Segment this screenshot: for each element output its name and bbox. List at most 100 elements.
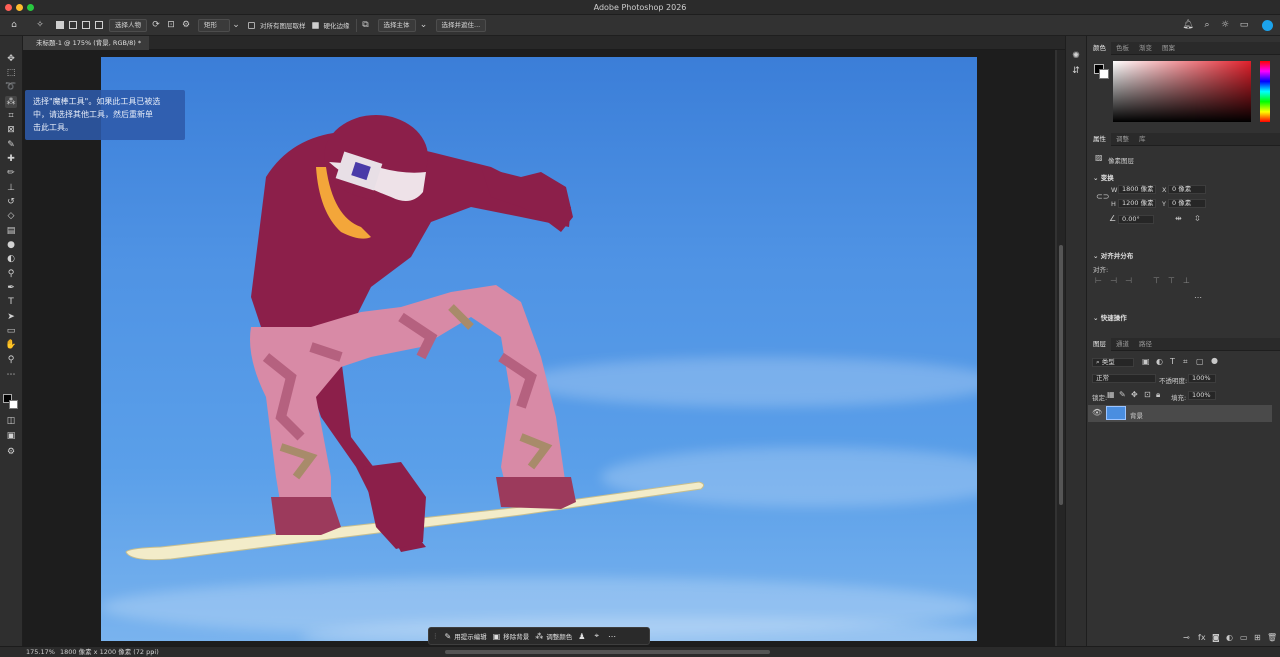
- scrollbar-thumb[interactable]: [1059, 245, 1063, 505]
- filter-type-icon[interactable]: T: [1170, 357, 1175, 366]
- background-color-swatch[interactable]: [9, 400, 18, 409]
- screen-mode-icon[interactable]: ▣: [5, 430, 17, 442]
- align-middle-icon[interactable]: ⊤: [1168, 276, 1175, 285]
- align-right-icon[interactable]: ⊣: [1125, 276, 1132, 285]
- trash-icon[interactable]: 🗑︎: [1267, 633, 1277, 642]
- lock-position-icon[interactable]: ✥: [1131, 390, 1138, 399]
- mode-select[interactable]: 矩形: [198, 18, 230, 32]
- add-selection-icon[interactable]: [69, 21, 77, 29]
- lasso-tool-icon[interactable]: ➰: [5, 81, 17, 93]
- adjust-color-button[interactable]: ⁂ 调整颜色: [535, 631, 572, 642]
- flip-horizontal-icon[interactable]: ⇹: [1175, 214, 1182, 223]
- intersect-selection-icon[interactable]: [95, 21, 103, 29]
- quick-actions-title[interactable]: ⌄ 快速操作: [1093, 312, 1127, 322]
- tab-libraries[interactable]: 库: [1134, 133, 1151, 146]
- share-icon[interactable]: [1262, 20, 1273, 31]
- more-tools-icon[interactable]: ⋯: [5, 369, 17, 381]
- tab-paths[interactable]: 路径: [1134, 338, 1157, 351]
- refresh-icon[interactable]: ⟳: [150, 19, 162, 31]
- drag-handle-icon[interactable]: ⋮: [432, 632, 439, 640]
- marquee-tool-icon[interactable]: ⬚: [5, 67, 17, 79]
- link-icon[interactable]: ⊂⊃: [1096, 192, 1109, 201]
- align-section-title[interactable]: ⌄ 对齐并分布: [1093, 250, 1133, 260]
- background-color[interactable]: [1099, 69, 1109, 79]
- crop-tool-icon[interactable]: ⌗: [5, 110, 17, 122]
- eyedropper-tool-icon[interactable]: ✎: [5, 139, 17, 151]
- tab-channels[interactable]: 通道: [1111, 338, 1134, 351]
- layer-row[interactable]: 👁︎ 背景: [1088, 405, 1272, 422]
- blur-tool-icon[interactable]: ●: [5, 239, 17, 251]
- remove-background-button[interactable]: ▣ 移除背景: [493, 631, 530, 642]
- tab-layers[interactable]: 图层: [1088, 337, 1111, 351]
- lock-transparent-icon[interactable]: ▦: [1107, 390, 1115, 399]
- flip-vertical-icon[interactable]: ⇳: [1194, 214, 1201, 223]
- document-canvas[interactable]: [101, 57, 977, 641]
- discover-icon[interactable]: ✺: [1070, 50, 1082, 62]
- stamp-tool-icon[interactable]: ⊥: [5, 182, 17, 194]
- align-top-icon[interactable]: ⊤: [1153, 276, 1160, 285]
- filter-pixel-icon[interactable]: ▣: [1142, 357, 1150, 366]
- gradient-tool-icon[interactable]: ▤: [5, 225, 17, 237]
- dodge-tool-icon[interactable]: ◐: [5, 253, 17, 265]
- zoom-level[interactable]: 175.17%: [26, 647, 55, 657]
- width-field[interactable]: 1800 像素: [1118, 185, 1156, 194]
- history-brush-icon[interactable]: ↺: [5, 196, 17, 208]
- tab-color[interactable]: 颜色: [1088, 41, 1111, 55]
- horizontal-scrollbar-thumb[interactable]: [445, 650, 770, 654]
- more-icon[interactable]: ⋯: [1194, 293, 1202, 302]
- healing-brush-icon[interactable]: ✚: [5, 153, 17, 165]
- quick-mask-icon[interactable]: ◫: [5, 415, 17, 427]
- tab-swatches[interactable]: 色板: [1111, 42, 1134, 55]
- more-options-icon[interactable]: ⋯: [608, 632, 619, 641]
- align-bottom-icon[interactable]: ⊥: [1183, 276, 1190, 285]
- workspace-icon[interactable]: ▭: [1238, 19, 1250, 31]
- adjustment-layer-icon[interactable]: ◐: [1226, 633, 1233, 642]
- tab-properties[interactable]: 属性: [1088, 132, 1111, 146]
- path-selection-icon[interactable]: ➤: [5, 311, 17, 323]
- move-tool-icon[interactable]: ✥: [5, 53, 17, 65]
- eye-icon[interactable]: 👁︎: [1092, 408, 1102, 417]
- prompt-edit-button[interactable]: ✎ 用提示编辑: [445, 631, 487, 642]
- frame-tool-icon[interactable]: ⊠: [5, 124, 17, 136]
- align-center-icon[interactable]: ⊣: [1110, 276, 1117, 285]
- lock-all-icon[interactable]: 🔒︎: [1156, 390, 1160, 400]
- lightbulb-icon[interactable]: ☼: [1219, 19, 1231, 31]
- eraser-tool-icon[interactable]: ◇: [5, 210, 17, 222]
- sponge-tool-icon[interactable]: ⚲: [5, 268, 17, 280]
- select-subject-button[interactable]: 选择主体: [377, 18, 416, 32]
- color-picker-field[interactable]: [1113, 61, 1251, 122]
- subtract-selection-icon[interactable]: [82, 21, 90, 29]
- hue-slider[interactable]: [1260, 61, 1270, 122]
- brush-tool-icon[interactable]: ✏: [5, 167, 17, 179]
- home-icon[interactable]: ⌂: [8, 19, 20, 31]
- chevron-right-icon[interactable]: ›: [152, 647, 155, 657]
- tab-gradients[interactable]: 渐变: [1134, 42, 1157, 55]
- pen-tool-icon[interactable]: ✒: [5, 282, 17, 294]
- gear-icon[interactable]: ⚙: [180, 19, 192, 31]
- new-group-icon[interactable]: ▭: [1240, 633, 1248, 642]
- tool-preset-icon[interactable]: ✧: [34, 19, 46, 31]
- transform-section-title[interactable]: ⌄ 变换: [1093, 172, 1114, 182]
- lock-artboard-icon[interactable]: ⊡: [1144, 390, 1151, 399]
- chevron-down-icon[interactable]: ⌄: [230, 19, 242, 31]
- transform-icon[interactable]: ⌖: [594, 631, 602, 641]
- hand-tool-icon[interactable]: ✋: [5, 339, 17, 351]
- document-tab[interactable]: 未标题-1 @ 175% (背景, RGB/8) *: [23, 36, 150, 50]
- history-icon[interactable]: ⇵: [1070, 65, 1082, 77]
- filter-adjustment-icon[interactable]: ◐: [1156, 357, 1163, 366]
- filter-smart-object-icon[interactable]: ▢: [1196, 357, 1204, 366]
- lock-pixels-icon[interactable]: ✎: [1119, 390, 1126, 399]
- select-subject-dropdown[interactable]: 选择人物: [109, 18, 147, 32]
- chevron-down-icon[interactable]: ⌄: [418, 19, 430, 31]
- fill-field[interactable]: 100%: [1188, 391, 1216, 400]
- new-layer-icon[interactable]: ⊞: [1254, 633, 1261, 642]
- vertical-scrollbar[interactable]: [1057, 50, 1065, 646]
- notification-bell-icon[interactable]: 🔔︎: [1182, 19, 1194, 31]
- person-icon[interactable]: ♟: [578, 632, 588, 641]
- select-and-mask-button[interactable]: 选择并遮住...: [435, 18, 487, 32]
- tab-adjustments[interactable]: 调整: [1111, 133, 1134, 146]
- object-finder-icon[interactable]: ⊡: [165, 19, 177, 31]
- sample-all-layers-checkbox[interactable]: [248, 21, 255, 29]
- type-tool-icon[interactable]: T: [5, 296, 17, 308]
- select-subject-icon[interactable]: ⧉: [360, 19, 372, 31]
